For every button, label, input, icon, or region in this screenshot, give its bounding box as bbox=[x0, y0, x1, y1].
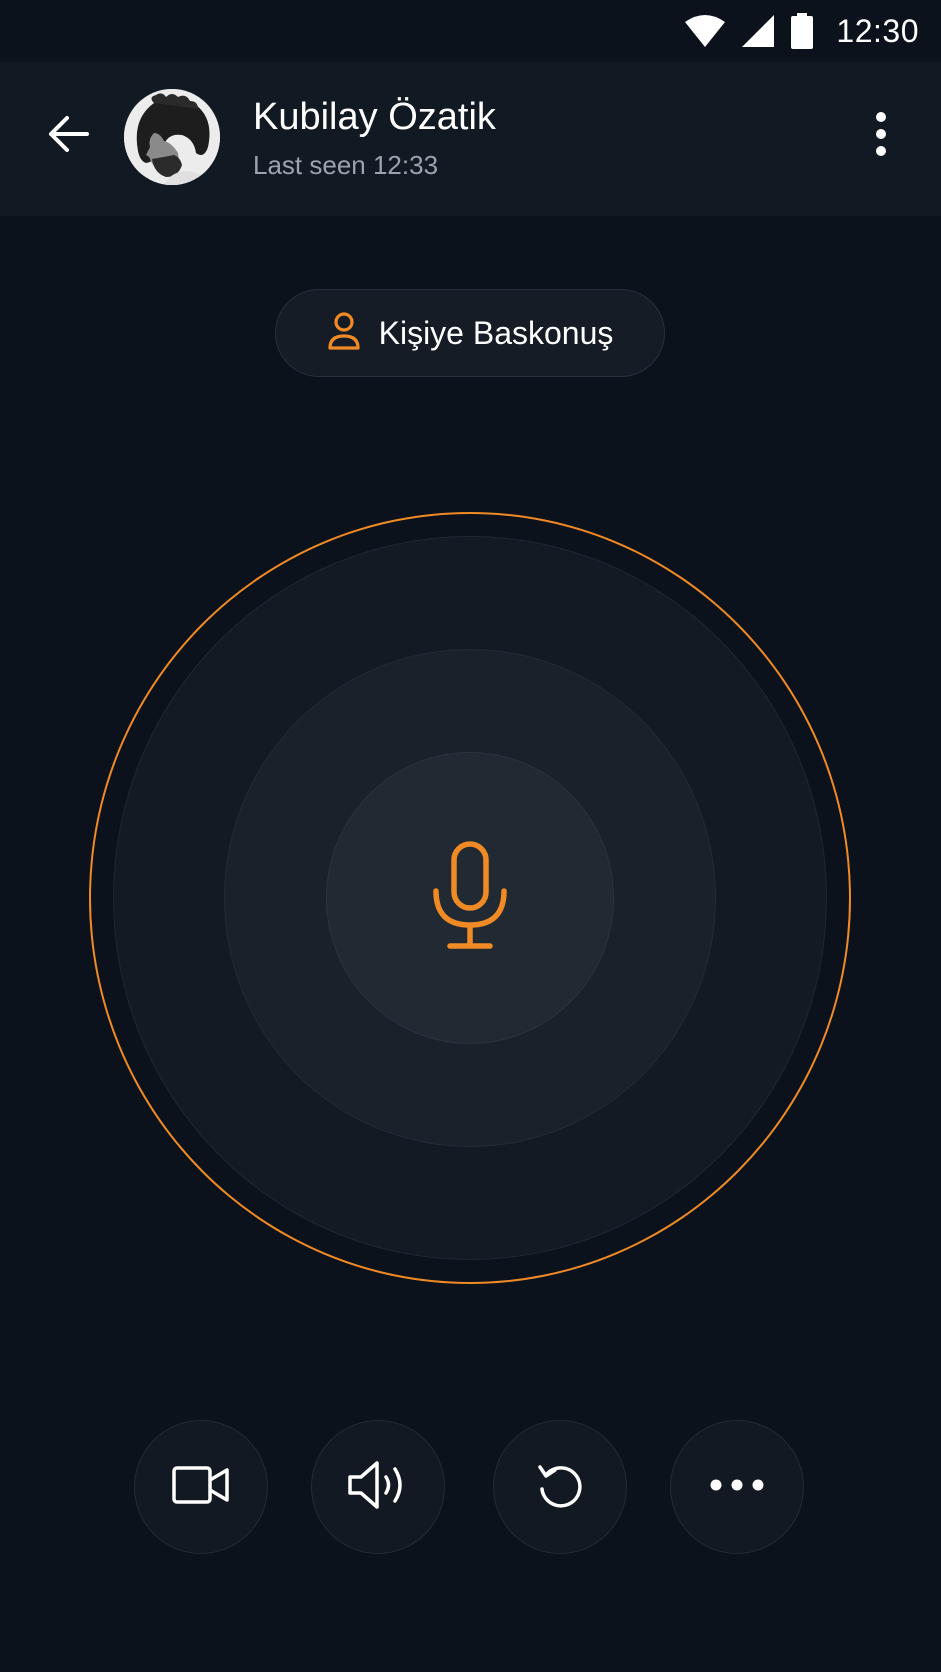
call-controls bbox=[0, 1420, 941, 1556]
arrow-left-icon bbox=[46, 114, 90, 159]
mic-button[interactable] bbox=[326, 752, 614, 1044]
more-options-button[interactable] bbox=[670, 1420, 804, 1554]
avatar[interactable] bbox=[124, 89, 220, 185]
more-horizontal-icon bbox=[709, 1478, 765, 1497]
person-icon bbox=[327, 311, 361, 356]
video-button[interactable] bbox=[134, 1420, 268, 1554]
video-camera-icon bbox=[172, 1465, 230, 1510]
back-button[interactable] bbox=[38, 106, 98, 166]
wifi-icon bbox=[684, 14, 726, 48]
mic-area bbox=[89, 512, 851, 1284]
battery-icon bbox=[790, 13, 814, 49]
push-to-talk-label: Kişiye Baskonuş bbox=[378, 314, 614, 351]
speaker-icon bbox=[347, 1460, 409, 1515]
chat-header: Kubilay Özatik Last seen 12:33 bbox=[0, 62, 941, 216]
push-to-talk-button[interactable]: Kişiye Baskonuş bbox=[275, 289, 665, 377]
contact-status: Last seen 12:33 bbox=[253, 150, 439, 180]
speaker-button[interactable] bbox=[311, 1420, 445, 1554]
refresh-icon bbox=[536, 1461, 584, 1514]
status-bar: 12:30 bbox=[0, 0, 941, 62]
menu-button[interactable] bbox=[851, 106, 911, 166]
refresh-button[interactable] bbox=[493, 1420, 627, 1554]
microphone-icon bbox=[430, 840, 510, 956]
contact-name: Kubilay Özatik bbox=[253, 96, 496, 138]
more-vertical-icon bbox=[875, 111, 887, 162]
signal-icon bbox=[740, 14, 776, 48]
status-icons: 12:30 bbox=[684, 10, 919, 52]
status-time: 12:30 bbox=[836, 12, 919, 49]
